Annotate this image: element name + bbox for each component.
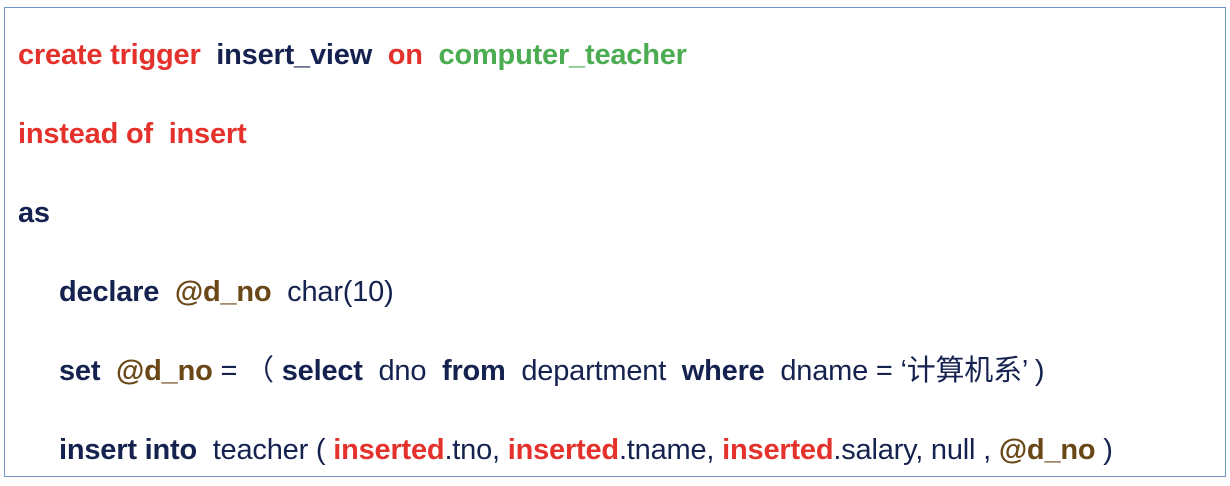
keyword-inserted: inserted bbox=[333, 434, 445, 466]
variable-d-no: @d_no bbox=[174, 276, 272, 308]
keyword-insert-into: insert into bbox=[59, 434, 197, 466]
keyword-instead-of: instead of bbox=[18, 118, 153, 150]
variable-d-no: @d_no bbox=[998, 434, 1096, 466]
keyword-on: on bbox=[387, 39, 423, 71]
trigger-name: insert_view bbox=[216, 39, 373, 71]
keyword-create-trigger: create trigger bbox=[18, 39, 201, 71]
keyword-declare: declare bbox=[59, 276, 160, 308]
code-line-as: as bbox=[18, 195, 50, 231]
keyword-inserted: inserted bbox=[507, 434, 619, 466]
equals-paren: = （ bbox=[220, 355, 274, 387]
code-line-create-trigger: create trigger insert_view on computer_t… bbox=[18, 37, 687, 73]
column-dno: dno bbox=[378, 355, 427, 387]
code-line-set: set @d_no = （ select dno from department… bbox=[59, 353, 1045, 389]
sql-code-block: create trigger insert_view on computer_t… bbox=[4, 7, 1226, 477]
keyword-where: where bbox=[681, 355, 765, 387]
keyword-select: select bbox=[281, 355, 363, 387]
field-tname: .tname, bbox=[618, 434, 715, 466]
code-line-declare: declare @d_no char(10) bbox=[59, 274, 394, 310]
code-line-instead-of: instead of insert bbox=[18, 116, 247, 152]
table-department: department bbox=[521, 355, 667, 387]
keyword-from: from bbox=[442, 355, 506, 387]
keyword-insert: insert bbox=[168, 118, 247, 150]
type-char: char(10) bbox=[287, 276, 394, 308]
field-salary-null: .salary, null , bbox=[833, 434, 991, 466]
where-condition: dname = ‘计算机系’ ) bbox=[780, 355, 1045, 387]
field-tno: .tno, bbox=[444, 434, 500, 466]
close-paren: ) bbox=[1103, 434, 1113, 466]
keyword-as: as bbox=[18, 197, 50, 229]
variable-d-no: @d_no bbox=[116, 355, 213, 387]
keyword-set: set bbox=[59, 355, 101, 387]
code-line-insert-into: insert into teacher ( inserted.tno, inse… bbox=[59, 432, 1113, 468]
view-name: computer_teacher bbox=[438, 39, 687, 71]
keyword-inserted: inserted bbox=[722, 434, 834, 466]
table-teacher: teacher ( bbox=[212, 434, 326, 466]
